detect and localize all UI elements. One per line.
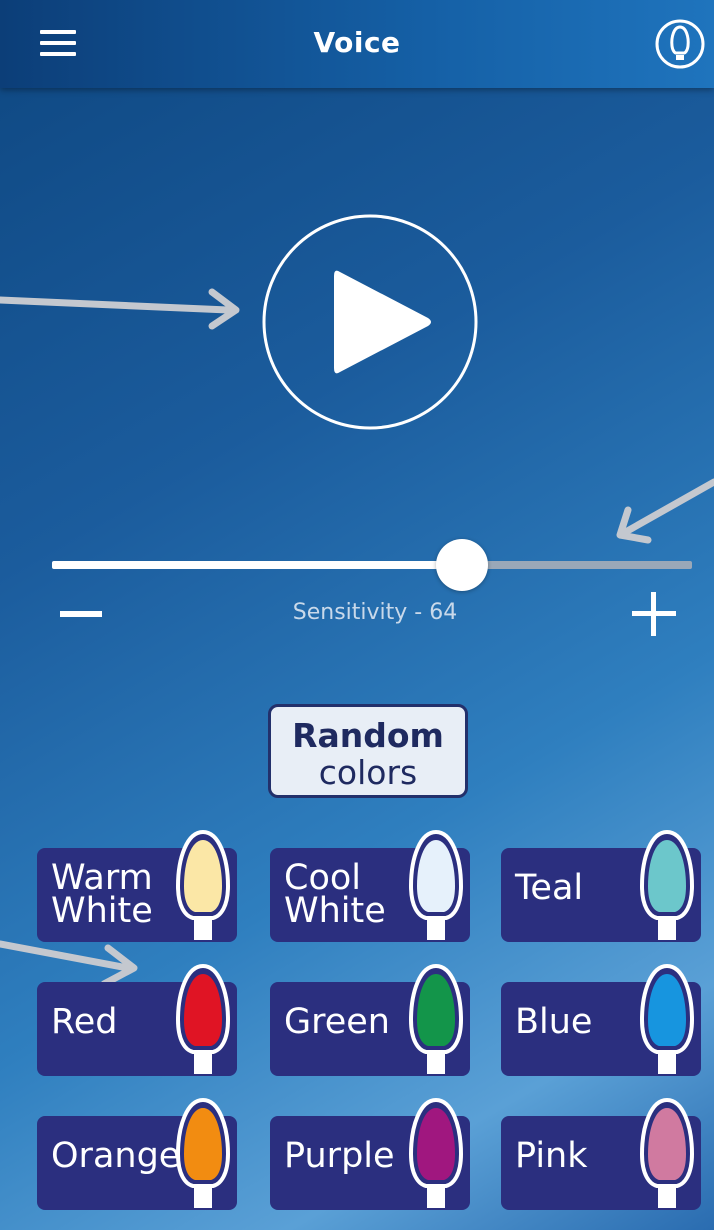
sensitivity-label: Sensitivity - 64 [292, 600, 458, 625]
slider-track-remaining [462, 561, 692, 569]
color-button-orange[interactable]: Orange [37, 1097, 237, 1210]
color-button-teal[interactable]: Teal [501, 829, 701, 942]
annotation-arrow-slider [616, 478, 714, 544]
bulb-icon [408, 963, 464, 1074]
increase-sensitivity-button[interactable] [632, 592, 676, 636]
color-label-line1: Green [284, 1002, 390, 1042]
color-button-blue[interactable]: Blue [501, 963, 701, 1076]
color-label-line1: Blue [515, 1002, 593, 1042]
bulb-icon [175, 1097, 231, 1208]
random-colors-label-line1: Random [292, 716, 444, 755]
color-label-line1: Red [51, 1002, 118, 1042]
annotation-arrow-play [0, 288, 240, 330]
color-label-line2: White [51, 891, 153, 931]
random-colors-button[interactable]: Random colors [268, 704, 468, 798]
page-title: Voice [313, 26, 401, 59]
color-label: Teal [515, 868, 584, 908]
bulb-icon [408, 1097, 464, 1208]
color-label: Cool White [284, 861, 386, 931]
sensitivity-slider[interactable] [52, 539, 692, 591]
color-label-line2: White [284, 891, 386, 931]
color-label: Red [51, 1002, 118, 1042]
bulb-icon [639, 829, 695, 940]
bulb-icon [639, 963, 695, 1074]
bulb-icon [639, 1097, 695, 1208]
play-button[interactable] [262, 214, 478, 430]
color-button-green[interactable]: Green [270, 963, 470, 1076]
bulb-icon [408, 829, 464, 940]
color-label-line1: Pink [515, 1136, 588, 1176]
color-label: Blue [515, 1002, 593, 1042]
color-label: Warm White [51, 861, 153, 931]
color-button-pink[interactable]: Pink [501, 1097, 701, 1210]
slider-track-filled [52, 561, 462, 569]
random-colors-label-line2: colors [318, 753, 418, 792]
bulb-icon [175, 829, 231, 940]
bulb-icon [175, 963, 231, 1074]
color-button-cool-white[interactable]: Cool White [270, 829, 470, 942]
color-label: Orange [51, 1136, 181, 1176]
bulb-icon[interactable] [654, 18, 706, 70]
slider-thumb[interactable] [436, 539, 488, 591]
color-label: Pink [515, 1136, 588, 1176]
top-bar: Voice [0, 0, 714, 88]
color-label: Purple [284, 1136, 395, 1176]
color-label-line1: Teal [515, 868, 584, 908]
color-label: Green [284, 1002, 390, 1042]
color-button-red[interactable]: Red [37, 963, 237, 1076]
color-label-line1: Purple [284, 1136, 395, 1176]
color-button-warm-white[interactable]: Warm White [37, 829, 237, 942]
play-icon [262, 214, 478, 430]
color-button-purple[interactable]: Purple [270, 1097, 470, 1210]
color-label-line1: Orange [51, 1136, 181, 1176]
